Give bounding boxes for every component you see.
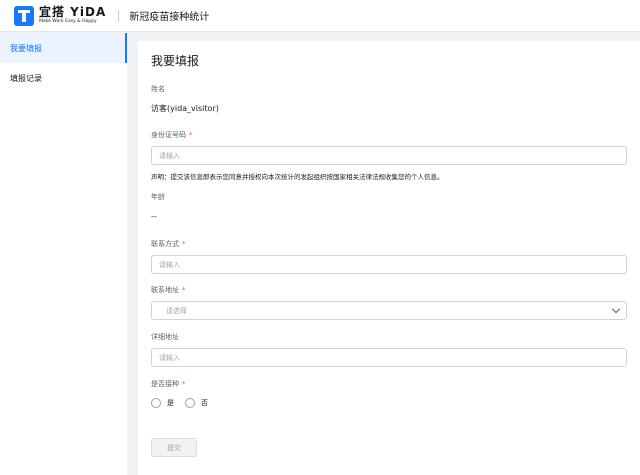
- vaccinated-radio-group: 是 否: [151, 398, 627, 408]
- address-select[interactable]: 请选择: [151, 301, 627, 320]
- app-header: 宜搭 YiDA Make Work Easy & Happy 新冠疫苗接种统计: [0, 0, 640, 32]
- name-value: 访客(yida_visitor): [151, 104, 219, 113]
- chevron-down-icon: [611, 304, 621, 314]
- radio-label: 是: [167, 399, 174, 407]
- address-label: 联系地址: [151, 286, 179, 294]
- radio-label: 否: [201, 399, 208, 407]
- sidebar-item-report-records[interactable]: 填报记录: [0, 63, 127, 93]
- detail-address-label: 详细地址: [151, 333, 179, 341]
- detail-address-field: 详细地址: [151, 332, 627, 367]
- radio-circle-icon[interactable]: [185, 398, 195, 408]
- sidebar: 我要填报 填报记录: [0, 33, 127, 475]
- age-field: 年龄 --: [151, 192, 627, 221]
- required-mark: *: [182, 380, 186, 388]
- yida-logo[interactable]: 宜搭 YiDA Make Work Easy & Happy: [14, 5, 107, 26]
- vaccinated-no-radio[interactable]: 否: [185, 398, 208, 408]
- radio-circle-icon[interactable]: [151, 398, 161, 408]
- yida-logo-icon: [14, 5, 34, 26]
- sidebar-item-label: 填报记录: [10, 73, 42, 83]
- app-title: 新冠疫苗接种统计: [129, 12, 210, 23]
- name-label: 姓名: [151, 85, 165, 93]
- age-label: 年龄: [151, 193, 165, 201]
- address-select-placeholder: 请选择: [166, 306, 187, 315]
- form-panel: 我要填报 姓名 访客(yida_visitor) 身份证号码* 声明：提交该信息…: [138, 41, 640, 475]
- contact-field: 联系方式 *: [151, 239, 627, 274]
- brand-slogan: Make Work Easy & Happy: [39, 19, 97, 25]
- id-card-label: 身份证号码: [151, 131, 186, 139]
- sidebar-item-submit-report[interactable]: 我要填报: [0, 33, 127, 63]
- age-value: --: [151, 212, 157, 221]
- name-field: 姓名 访客(yida_visitor): [151, 84, 627, 114]
- vaccinated-field: 是否接种 * 是 否: [151, 379, 627, 408]
- vaccinated-label: 是否接种: [151, 380, 179, 388]
- detail-address-input[interactable]: [151, 348, 627, 367]
- contact-input[interactable]: [151, 255, 627, 274]
- brand-name: 宜搭 YiDA: [39, 5, 107, 20]
- contact-label: 联系方式: [151, 240, 179, 248]
- id-card-input[interactable]: [151, 146, 627, 165]
- id-card-field: 身份证号码* 声明：提交该信息即表示您同意并授权向本次统计的发起组织按国家相关法…: [151, 130, 627, 181]
- required-mark: *: [182, 286, 186, 294]
- required-mark: *: [182, 240, 186, 248]
- vaccinated-yes-radio[interactable]: 是: [151, 398, 174, 408]
- header-divider: [118, 9, 120, 22]
- privacy-notice: 声明：提交该信息即表示您同意并授权向本次统计的发起组织按国家相关法律法规收集您的…: [151, 173, 444, 181]
- sidebar-item-label: 我要填报: [10, 43, 42, 53]
- page-title: 我要填报: [151, 54, 200, 68]
- submit-button[interactable]: 提交: [151, 438, 197, 457]
- address-field: 联系地址 * 请选择: [151, 285, 627, 320]
- required-mark: *: [189, 131, 193, 139]
